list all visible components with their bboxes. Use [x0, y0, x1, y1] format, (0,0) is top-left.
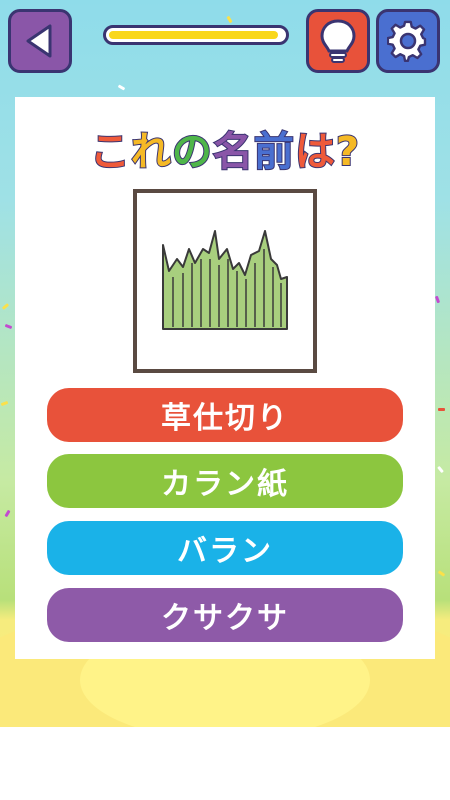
bottom-blank-area — [0, 727, 450, 800]
settings-button[interactable] — [376, 9, 440, 73]
progress-bar — [103, 25, 289, 45]
title-char: れ — [130, 128, 172, 176]
confetti — [4, 323, 13, 330]
answer-option-2[interactable]: カラン紙 — [47, 454, 403, 508]
question-card: これの名前は? 草仕切り カラン紙 バラン クサクサ — [15, 97, 435, 659]
confetti — [437, 570, 446, 577]
question-image-frame — [133, 189, 317, 373]
confetti — [437, 465, 444, 474]
back-button[interactable] — [8, 9, 72, 73]
title-char: は — [294, 128, 336, 176]
title-char: 名 — [212, 128, 254, 176]
lightbulb-icon — [320, 19, 356, 63]
confetti — [0, 400, 9, 407]
back-triangle-icon — [26, 24, 52, 58]
confetti — [226, 15, 233, 24]
title-char: ? — [335, 128, 361, 176]
confetti — [438, 408, 445, 411]
title-char: 前 — [253, 128, 295, 176]
baran-grass-divider-illustration — [162, 230, 288, 330]
progress-fill — [109, 31, 278, 39]
answer-option-3[interactable]: バラン — [47, 521, 403, 575]
title-char: の — [171, 128, 213, 176]
confetti — [1, 303, 10, 310]
answer-option-1[interactable]: 草仕切り — [47, 388, 403, 442]
confetti — [434, 295, 441, 304]
title-char: こ — [89, 128, 131, 176]
question-title: これの名前は? — [15, 119, 435, 177]
confetti — [117, 84, 126, 91]
gear-icon — [387, 20, 427, 62]
answer-option-4[interactable]: クサクサ — [47, 588, 403, 642]
confetti — [4, 509, 11, 518]
hint-button[interactable] — [306, 9, 370, 73]
